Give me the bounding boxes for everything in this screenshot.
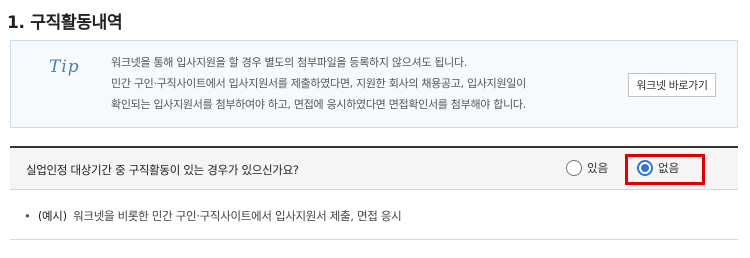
tip-line-2: 민간 구인·구직사이트에서 입사지원서를 제출하였다면, 지원한 회사의 채용공…	[111, 77, 526, 90]
example-row: • (예시) 워크넷을 비롯한 민간 구인·구직사이트에서 입사지원서 제출, …	[10, 191, 738, 240]
bullet-icon: •	[24, 209, 31, 223]
example-prefix: (예시)	[37, 209, 67, 223]
tip-box: Tip 워크넷을 통해 입사지원을 할 경우 별도의 첨부파일을 등록하지 않으…	[10, 40, 738, 128]
radio-option-yes[interactable]: 있음	[566, 160, 608, 176]
tip-line-3: 확인되는 입사지원서를 첨부하여야 하고, 면접에 응시하였다면 면접확인서를 …	[111, 98, 526, 111]
tip-label: Tip	[49, 57, 80, 77]
worknet-shortcut-button[interactable]: 워크넷 바로가기	[628, 73, 716, 97]
radio-no-circle[interactable]	[637, 160, 653, 176]
radio-yes-circle[interactable]	[566, 160, 582, 176]
job-search-question-row: 실업인정 대상기간 중 구직활동이 있는 경우가 있으신가요? 있음 없음	[10, 146, 738, 190]
radio-yes-label: 있음	[587, 161, 609, 175]
radio-option-no[interactable]: 없음	[637, 160, 679, 176]
example-text: 워크넷을 비롯한 민간 구인·구직사이트에서 입사지원서 제출, 면접 응시	[73, 209, 402, 223]
radio-no-label: 없음	[658, 161, 680, 175]
question-text: 실업인정 대상기간 중 구직활동이 있는 경우가 있으신가요?	[26, 163, 299, 177]
tip-line-1: 워크넷을 통해 입사지원을 할 경우 별도의 첨부파일을 등록하지 않으셔도 됩…	[111, 56, 468, 69]
example-text-line: • (예시) 워크넷을 비롯한 민간 구인·구직사이트에서 입사지원서 제출, …	[24, 208, 402, 224]
section-title: 1. 구직활동내역	[7, 13, 123, 33]
